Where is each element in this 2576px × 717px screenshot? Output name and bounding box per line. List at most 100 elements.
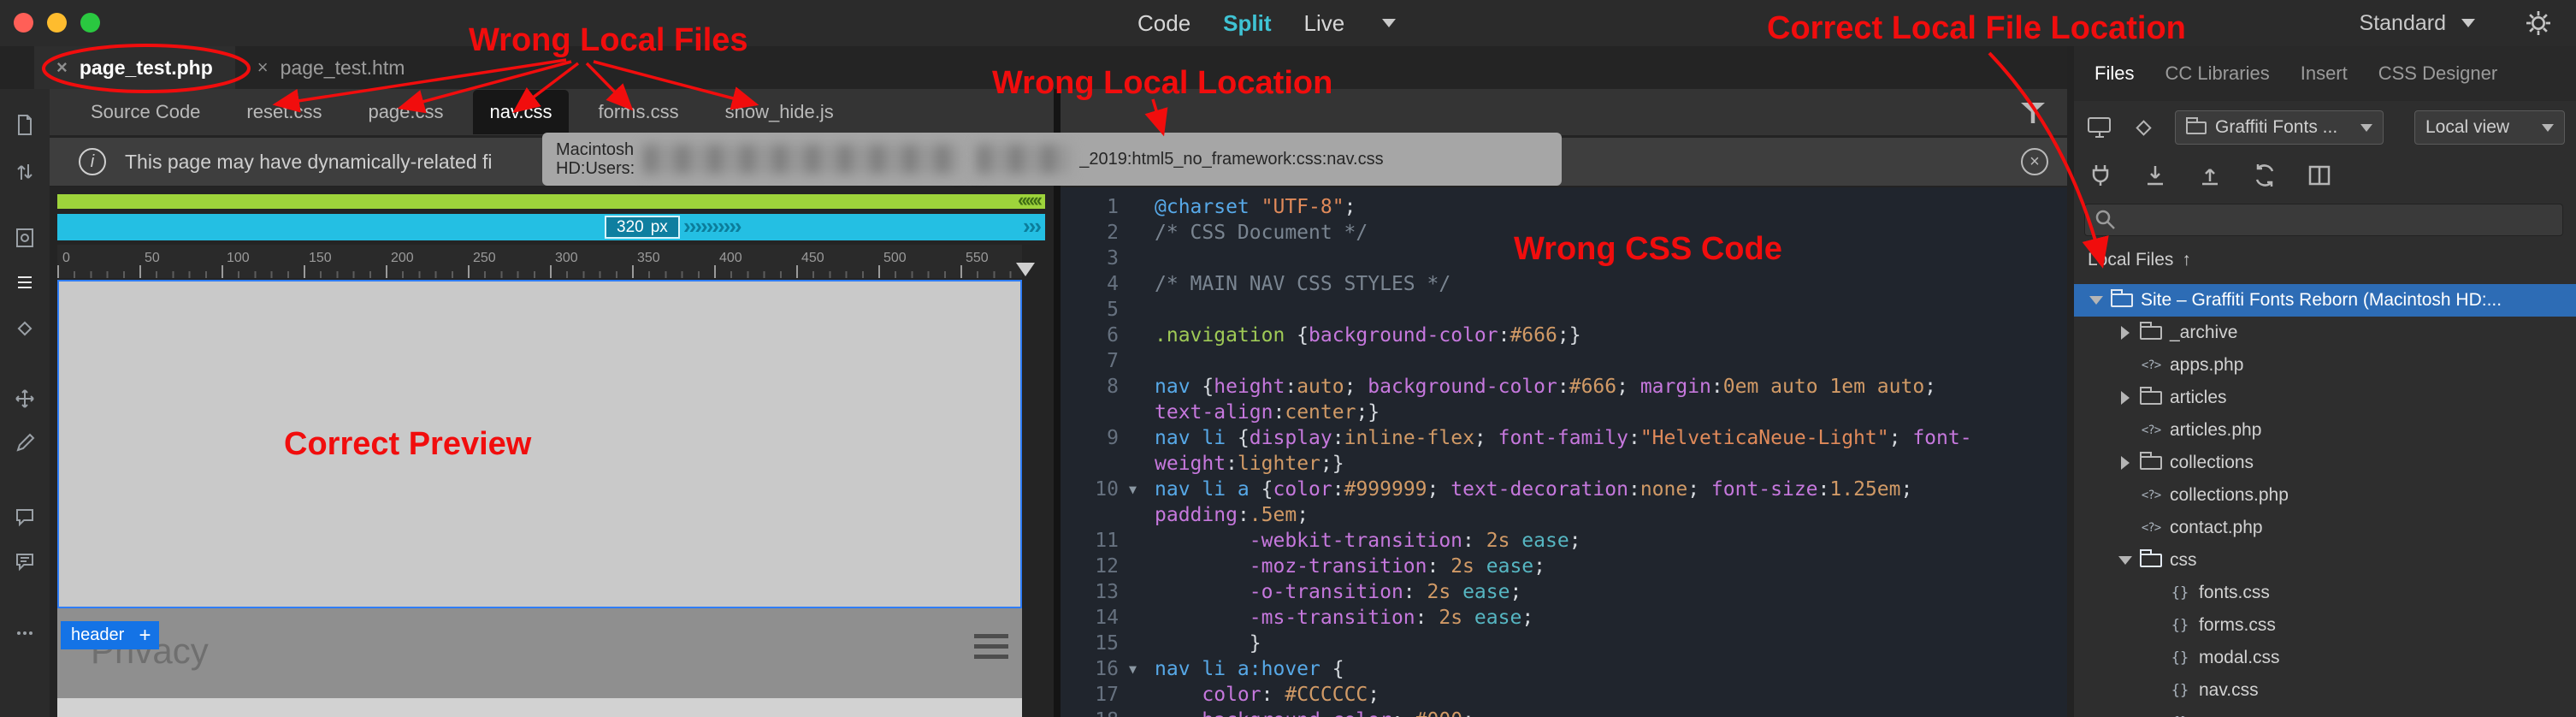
chevron-down-icon[interactable] (2117, 551, 2136, 570)
panel-tab-css-designer[interactable]: CSS Designer (2378, 62, 2497, 85)
caret-spacer (2117, 486, 2136, 505)
related-file-Source Code[interactable]: Source Code (74, 90, 217, 134)
code-line[interactable]: 7 (1061, 348, 2067, 374)
file-search[interactable] (2084, 204, 2563, 236)
tree-item-css[interactable]: css (2074, 544, 2576, 577)
related-file-reset.css[interactable]: reset.css (229, 90, 339, 134)
comments-icon[interactable] (13, 505, 37, 533)
code-line[interactable]: weight:lighter;} (1061, 451, 2067, 477)
related-file-page.css[interactable]: page.css (351, 90, 460, 134)
connect-server-icon[interactable] (2088, 163, 2113, 193)
code-line[interactable]: 2 /* CSS Document */ (1061, 220, 2067, 246)
view-mode-live[interactable]: Live (1304, 10, 1345, 37)
tree-item-articles.php[interactable]: <?> articles.php (2074, 414, 2576, 447)
tree-item-fonts.css[interactable]: {} fonts.css (2074, 577, 2576, 609)
tree-item-forms.css[interactable]: {} forms.css (2074, 609, 2576, 642)
ruler-tick-label: 50 (145, 251, 160, 265)
related-file-show_hide.js[interactable]: show_hide.js (708, 90, 851, 134)
get-files-icon[interactable] (2142, 163, 2168, 193)
document-tab[interactable]: × page_test.htm (235, 46, 428, 89)
close-infobar-icon[interactable]: × (2021, 148, 2048, 175)
chevron-down-icon[interactable] (2088, 291, 2106, 310)
workspace-switcher[interactable]: Standard (2360, 0, 2475, 46)
search-input[interactable] (2126, 210, 2554, 230)
chevron-right-icon[interactable] (2117, 388, 2136, 407)
media-query-bar-cyan[interactable]: 320 px ›››››››››› ››› (57, 213, 1045, 240)
chevron-right-icon[interactable] (2117, 323, 2136, 342)
minimize-window-button[interactable] (47, 13, 67, 33)
tree-item-articles[interactable]: articles (2074, 382, 2576, 414)
chevron-right-icon[interactable] (2117, 453, 2136, 472)
settings-button[interactable] (2525, 9, 2552, 41)
view-select-dropdown[interactable]: Local view (2414, 110, 2565, 145)
code-line[interactable]: 14 -ms-transition: 2s ease; (1061, 605, 2067, 631)
add-element-button[interactable]: + (131, 621, 159, 649)
panel-tab-files[interactable]: Files (2094, 62, 2134, 85)
code-line[interactable]: 15 } (1061, 631, 2067, 656)
media-query-drag-handle[interactable] (1016, 263, 1035, 276)
code-fold-icon[interactable]: ▼ (1129, 477, 1155, 502)
design-canvas[interactable] (57, 280, 1022, 608)
preview-icon[interactable] (13, 226, 37, 254)
close-window-button[interactable] (14, 13, 33, 33)
document-tab[interactable]: × page_test.php (34, 46, 235, 89)
assets-icon[interactable] (13, 317, 37, 345)
related-file-nav.css[interactable]: nav.css (472, 90, 570, 134)
more-options-icon[interactable] (13, 621, 37, 649)
panel-tab-insert[interactable]: Insert (2301, 62, 2348, 85)
code-line[interactable]: 18 background-color: #000; (1061, 708, 2067, 717)
tree-item-site-root[interactable]: Site – Graffiti Fonts Reborn (Macintosh … (2074, 284, 2576, 317)
expand-panel-icon[interactable] (2307, 163, 2332, 193)
brush-icon[interactable] (13, 431, 37, 459)
dom-panel-icon[interactable] (13, 270, 37, 299)
code-fold-icon[interactable]: ▼ (1129, 656, 1155, 682)
tree-item-nav.css[interactable]: {} nav.css (2074, 674, 2576, 707)
file-label: nav.css (2199, 680, 2259, 700)
zoom-window-button[interactable] (80, 13, 100, 33)
code-line[interactable]: 1 @charset "UTF-8"; (1061, 194, 2067, 220)
tree-item-contact.php[interactable]: <?> contact.php (2074, 512, 2576, 544)
code-line[interactable]: 16 ▼ nav li a:hover { (1061, 656, 2067, 682)
tree-item-collections[interactable]: collections (2074, 447, 2576, 479)
local-files-header[interactable]: Local Files ↑ (2088, 250, 2191, 270)
code-line[interactable]: 8 nav {height:auto; background-color:#666… (1061, 374, 2067, 400)
view-mode-code[interactable]: Code (1137, 10, 1191, 37)
synchronize-icon[interactable] (2252, 163, 2278, 193)
element-tag-badge[interactable]: header (61, 621, 135, 649)
document-icon[interactable] (13, 113, 37, 141)
site-select-dropdown[interactable]: Graffiti Fonts ... (2175, 110, 2384, 145)
tree-item-apps.php[interactable]: <?> apps.php (2074, 349, 2576, 382)
view-mode-split[interactable]: Split (1223, 10, 1271, 37)
code-line[interactable]: 4 /* MAIN NAV CSS STYLES */ (1061, 271, 2067, 297)
code-line[interactable]: 10 ▼ nav li a {color:#999999; text-decorat… (1061, 477, 2067, 502)
code-line[interactable]: 6 .navigation {background-color:#666;} (1061, 323, 2067, 348)
swap-arrows-icon[interactable] (13, 159, 37, 187)
move-tool-icon[interactable] (13, 387, 37, 415)
device-preview-icon[interactable] (2086, 115, 2113, 145)
notes-icon[interactable] (13, 549, 37, 578)
code-line[interactable]: 9 nav li {display:inline-flex; font-famil… (1061, 425, 2067, 451)
git-icon[interactable] (2130, 115, 2156, 145)
code-line[interactable]: padding:.5em; (1061, 502, 2067, 528)
code-view[interactable]: 1 @charset "UTF-8"; 2 /* CSS Document */ 3 4 /… (1061, 187, 2067, 717)
put-files-icon[interactable] (2197, 163, 2223, 193)
code-line[interactable]: 13 -o-transition: 2s ease; (1061, 579, 2067, 605)
media-query-bar-green[interactable]: ‹‹‹‹‹‹ (57, 189, 1045, 210)
code-line[interactable]: 17 color: #CCCCCC; (1061, 682, 2067, 708)
panel-tab-cc-libraries[interactable]: CC Libraries (2165, 62, 2269, 85)
code-line[interactable]: 12 -moz-transition: 2s ease; (1061, 554, 2067, 579)
close-tab-icon[interactable]: × (257, 56, 269, 79)
code-line[interactable]: 11 -webkit-transition: 2s ease; (1061, 528, 2067, 554)
filter-icon[interactable] (2021, 103, 2045, 123)
close-tab-icon[interactable]: × (56, 56, 68, 79)
info-message: This page may have dynamically-related f… (125, 150, 493, 173)
code-line[interactable]: text-align:center;} (1061, 400, 2067, 425)
tree-item-collections.php[interactable]: <?> collections.php (2074, 479, 2576, 512)
tree-item-page.css[interactable]: {}page.css (2074, 707, 2576, 717)
code-line[interactable]: 3 (1061, 246, 2067, 271)
related-file-forms.css[interactable]: forms.css (581, 90, 695, 134)
hamburger-menu-icon[interactable] (974, 634, 1008, 665)
code-line[interactable]: 5 (1061, 297, 2067, 323)
tree-item-modal.css[interactable]: {} modal.css (2074, 642, 2576, 674)
tree-item-_archive[interactable]: _archive (2074, 317, 2576, 349)
